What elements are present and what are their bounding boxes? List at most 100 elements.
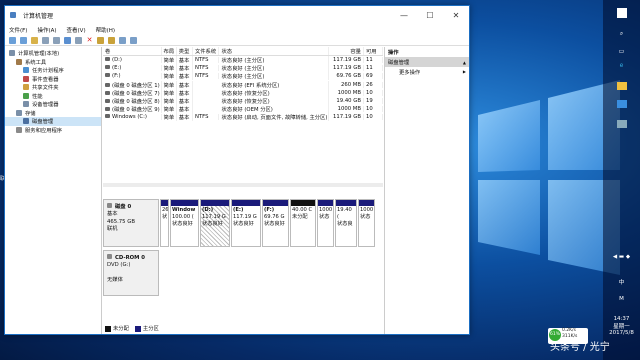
volume-row[interactable]: (磁盘 0 磁盘分区 9) 简单 基本 状态良好 (OEM 分区) 1000 MB 10 (103, 105, 383, 114)
partition-bar (263, 200, 288, 206)
menu-file[interactable]: 文件(F) (9, 26, 27, 34)
check-icon[interactable] (97, 36, 104, 44)
title-bar[interactable]: 计算机管理 — ☐ ✕ (5, 6, 469, 24)
tree-item[interactable]: 设备管理器 (5, 100, 101, 109)
column-header[interactable]: 布局 (162, 47, 177, 55)
back-icon[interactable] (9, 36, 16, 44)
toolbar: ✕ (5, 35, 469, 46)
partition-bar (201, 200, 229, 206)
partition-block[interactable]: (E:) 117.19 G 状态良好 (231, 199, 261, 247)
partition-size: 117.19 G (233, 214, 257, 220)
tree-item-icon (23, 118, 29, 125)
column-header[interactable]: 卷 (103, 47, 162, 55)
menu-help[interactable]: 帮助(H) (96, 26, 115, 34)
computer-management-taskbar-icon[interactable] (603, 120, 640, 128)
tree-item[interactable]: 服务和应用程序 (5, 126, 101, 135)
legend-item: 未分配 (105, 324, 129, 332)
cdrom-area (159, 250, 383, 296)
tree-item-label: 计算机管理(本地) (18, 51, 60, 58)
disk-0-label[interactable]: 磁盘 0 基本 465.75 GB 联机 (103, 199, 159, 247)
partition-size: 100.00 ( (172, 214, 194, 220)
legend-label: 主分区 (142, 326, 159, 332)
volume-cell: 69 (364, 73, 383, 80)
tree-item[interactable]: 磁盘管理 (5, 117, 101, 126)
volume-cell: 基本 (177, 113, 193, 122)
partition-block[interactable]: (F:) 69.76 G 状态良好 (262, 199, 289, 247)
file-explorer-icon[interactable] (603, 82, 640, 90)
tree-item[interactable]: 性能 (5, 92, 101, 101)
volume-cell: 基本 (177, 88, 193, 97)
partition-block[interactable]: (D:) 117.19 G 状态良好 (200, 199, 230, 247)
volume-icon (105, 57, 110, 62)
tree-item[interactable]: 系统工具 (5, 58, 101, 67)
tree-item-label: 服务和应用程序 (25, 127, 63, 134)
help-icon[interactable] (64, 36, 71, 44)
volume-row[interactable]: (F:) 简单 基本 NTFS 状态良好 (主分区) 69.76 GB 69 (103, 72, 383, 81)
legend: 未分配 主分区 (105, 324, 159, 332)
properties-icon[interactable] (53, 36, 60, 44)
view-icon[interactable] (130, 36, 137, 44)
partition-status: 状态 (360, 214, 371, 220)
column-header[interactable]: 类型 (177, 47, 193, 55)
search-icon[interactable] (119, 36, 126, 44)
store-icon[interactable] (603, 100, 640, 108)
tree-item[interactable]: 事件查看器 (5, 75, 101, 84)
volume-row[interactable]: Windows (C:) 简单 基本 NTFS 状态良好 (启动, 页面文件, 故障转储… (103, 113, 383, 122)
forward-icon[interactable] (20, 36, 27, 44)
partition-block[interactable]: Window 100.00 (状态良好 (170, 199, 199, 247)
task-view-icon[interactable]: ▭ (603, 48, 640, 55)
tree-item[interactable]: 计算机管理(本地) (5, 49, 101, 58)
partition-block[interactable]: 1000 状态 (317, 199, 334, 247)
volume-row[interactable]: (磁盘 0 磁盘分区 1) 简单 基本 状态良好 (EFI 系统分区) 260 MB 26 (103, 80, 383, 89)
volume-cell: 状态良好 (主分区) (219, 64, 329, 73)
actions-section-disk-management[interactable]: 磁盘管理 ▲ (385, 57, 469, 67)
volume-row[interactable]: (E:) 简单 基本 NTFS 状态良好 (主分区) 117.19 GB 11 (103, 64, 383, 73)
volume-cell: 11 (364, 65, 383, 72)
cdrom-label[interactable]: CD-ROM 0 DVD (G:) 无媒体 (103, 250, 159, 296)
window-title: 计算机管理 (23, 12, 54, 20)
partition-size: 69.76 G (264, 214, 285, 220)
volume-row[interactable]: (磁盘 0 磁盘分区 8) 简单 基本 状态良好 (恢复分区) 19.40 GB 19 (103, 97, 383, 106)
tree-item[interactable]: 共享文件夹 (5, 83, 101, 92)
partition-block[interactable]: 40.00 C 未分配 (290, 199, 316, 247)
pane-icon[interactable] (75, 36, 82, 44)
cdrom-media: 无媒体 (107, 276, 123, 283)
tree-item[interactable]: 存储 (5, 109, 101, 118)
search-icon[interactable]: ⌕ (603, 30, 640, 38)
partition-size: 40.00 C (292, 207, 313, 213)
minimize-button[interactable]: — (391, 6, 417, 24)
folder-up-icon[interactable] (31, 36, 38, 44)
show-tree-icon[interactable] (42, 36, 49, 44)
clock-date: 2017/5/8 (609, 330, 634, 336)
volume-cell: (磁盘 0 磁盘分区 9) (103, 105, 162, 114)
partition-block[interactable]: 19.40 (状态良 (335, 199, 357, 247)
partition-size: 26 (162, 207, 169, 213)
partition-status: 状 (162, 214, 168, 220)
volume-row[interactable]: (D:) 简单 基本 NTFS 状态良好 (主分区) 117.19 GB 11 (103, 56, 383, 65)
column-header[interactable]: 文件系统 (193, 47, 220, 55)
open-icon[interactable] (108, 36, 115, 44)
ime-mode[interactable]: M (603, 296, 640, 302)
ime-indicator[interactable]: 中 (603, 278, 640, 286)
menu-action[interactable]: 操作(A) (37, 26, 56, 34)
tray-icons[interactable]: ◀ ▬ ◆ (603, 254, 640, 264)
disk-0-type: 基本 (107, 211, 118, 218)
menu-view[interactable]: 查看(V) (67, 26, 86, 34)
cdrom-row: CD-ROM 0 DVD (G:) 无媒体 (103, 250, 383, 296)
partition-bar (336, 200, 356, 206)
column-header[interactable]: 容量 (329, 47, 364, 55)
edge-browser-icon[interactable]: e (603, 62, 640, 69)
partition-block[interactable]: 1000 状态 (358, 199, 375, 247)
maximize-button[interactable]: ☐ (417, 6, 443, 24)
column-header[interactable]: 状态 (219, 47, 329, 55)
start-button[interactable] (603, 8, 640, 18)
tree-item[interactable]: 任务计划程序 (5, 66, 101, 75)
column-header[interactable]: 可用 (364, 47, 383, 55)
partition-block[interactable]: 26 状 (160, 199, 169, 247)
computer-management-window[interactable]: 计算机管理 — ☐ ✕ 文件(F) 操作(A) 查看(V) 帮助(H) ✕ 计算… (4, 5, 470, 335)
volume-name: (E:) (112, 65, 122, 72)
close-button[interactable]: ✕ (443, 6, 469, 24)
delete-icon[interactable]: ✕ (86, 36, 93, 44)
volume-row[interactable]: (磁盘 0 磁盘分区 7) 简单 基本 状态良好 (恢复分区) 1000 MB 10 (103, 88, 383, 97)
more-actions-item[interactable]: 更多操作 ▶ (385, 67, 469, 76)
